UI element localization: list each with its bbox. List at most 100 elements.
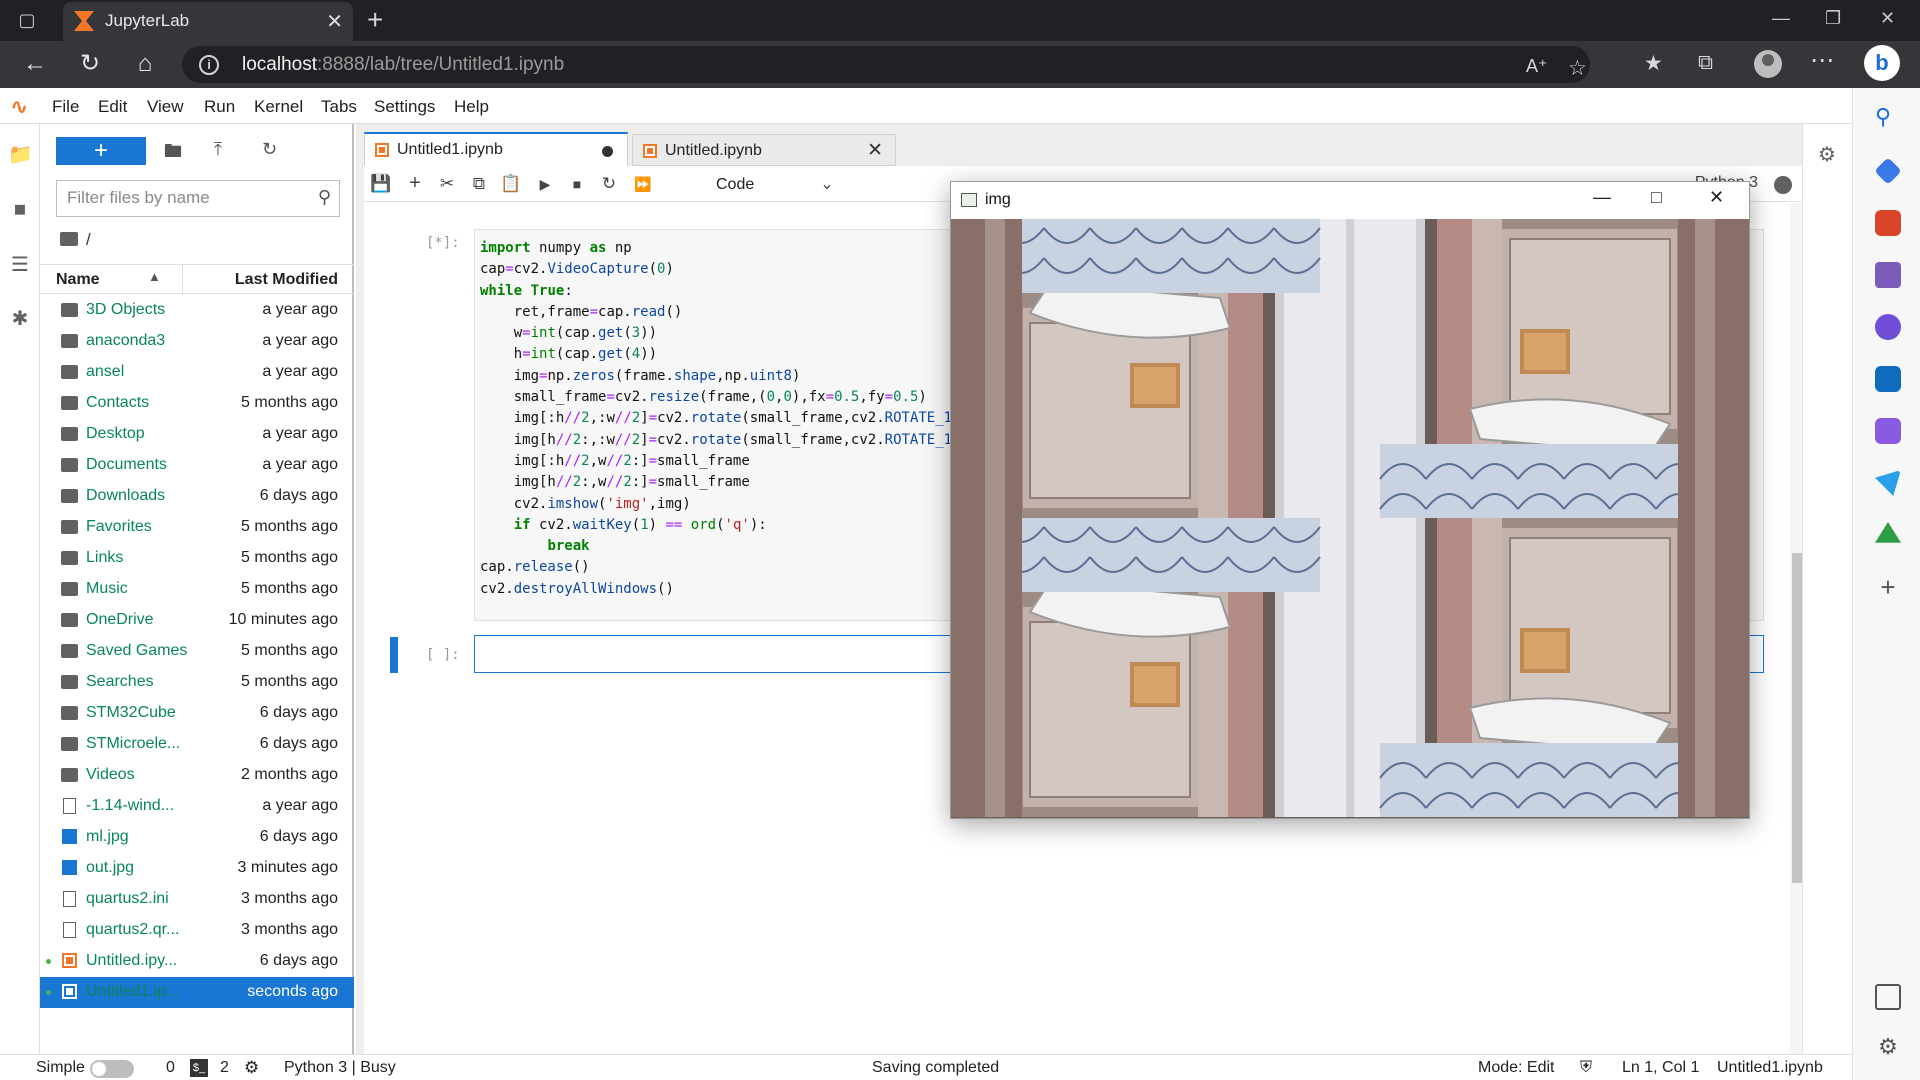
tab-untitled-notebook[interactable]: Untitled.ipynb ✕ [632, 134, 896, 166]
new-folder-icon[interactable]: 🖿 [164, 139, 182, 169]
file-row[interactable]: Contacts 5 months ago [40, 388, 354, 419]
file-row[interactable]: ml.jpg 6 days ago [40, 822, 354, 853]
sidebar-settings-icon[interactable]: ⚙ [1875, 1034, 1901, 1060]
opencv-window-titlebar[interactable]: img — □ ✕ [951, 182, 1749, 219]
file-row[interactable]: Searches 5 months ago [40, 667, 354, 698]
file-row[interactable]: anaconda3 a year ago [40, 326, 354, 357]
opencv-image-window[interactable]: img — □ ✕ [950, 181, 1750, 819]
insert-cell-icon[interactable]: + [404, 172, 426, 195]
profile-avatar[interactable] [1754, 50, 1782, 78]
file-row[interactable]: Documents a year ago [40, 450, 354, 481]
send-icon[interactable] [1875, 470, 1901, 496]
file-row[interactable]: Untitled.ipy... 6 days ago [40, 946, 354, 977]
file-row[interactable]: quartus2.ini 3 months ago [40, 884, 354, 915]
tab-actions-icon[interactable]: ▢ [14, 8, 40, 32]
back-icon[interactable]: ← [20, 49, 50, 79]
cell-type-select[interactable]: Code ⌄ [716, 174, 834, 194]
close-window-icon[interactable]: ✕ [1709, 187, 1724, 208]
copy-icon[interactable]: ⧉ [468, 174, 490, 194]
run-cell-icon[interactable]: ▶ [534, 176, 556, 193]
kernel-chip-icon[interactable]: ⚙ [244, 1058, 259, 1078]
file-row[interactable]: Saved Games 5 months ago [40, 636, 354, 667]
file-browser-icon[interactable]: 📁 [8, 142, 33, 166]
filter-files-field[interactable]: ⚲ [56, 180, 340, 217]
add-favorite-icon[interactable]: ☆ [1568, 56, 1587, 81]
extensions-icon[interactable]: ✱ [8, 306, 32, 330]
breadcrumb-root[interactable]: / [86, 230, 91, 249]
table-of-contents-icon[interactable]: ☰ [8, 252, 32, 276]
maximize-window-icon[interactable]: □ [1651, 187, 1662, 208]
upload-icon[interactable]: ⤒ [214, 139, 222, 160]
tools-briefcase-icon[interactable] [1875, 210, 1901, 236]
file-row[interactable]: Untitled1.ip... seconds ago [40, 977, 354, 1008]
column-modified-header[interactable]: Last Modified [235, 271, 338, 289]
tab-untitled1-notebook[interactable]: Untitled1.ipynb [364, 132, 628, 166]
shopping-tag-icon[interactable] [1874, 157, 1902, 185]
outlook-icon[interactable] [1875, 366, 1901, 392]
file-row[interactable]: Videos 2 months ago [40, 760, 354, 791]
hide-sidebar-icon[interactable] [1875, 984, 1901, 1010]
menu-edit[interactable]: Edit [98, 97, 127, 117]
kernel-status-text[interactable]: Python 3 | Busy [284, 1059, 396, 1077]
terminals-count[interactable]: 0 [166, 1059, 175, 1077]
file-row[interactable]: STM32Cube 6 days ago [40, 698, 354, 729]
collections-icon[interactable]: ⧉ [1698, 51, 1713, 75]
active-cell-marker[interactable] [390, 637, 398, 673]
file-row[interactable]: -1.14-wind... a year ago [40, 791, 354, 822]
menu-run[interactable]: Run [204, 97, 235, 117]
refresh-icon[interactable]: ↻ [75, 49, 105, 79]
running-sessions-icon[interactable]: ⏹ [8, 196, 32, 223]
file-row[interactable]: quartus2.qr... 3 months ago [40, 915, 354, 946]
favorites-icon[interactable]: ★ [1644, 51, 1663, 76]
editor-mode-text[interactable]: Mode: Edit [1478, 1059, 1554, 1077]
refresh-files-icon[interactable]: ↻ [262, 139, 277, 160]
restore-window-icon[interactable]: ❐ [1825, 8, 1841, 29]
file-row[interactable]: 3D Objects a year ago [40, 295, 354, 326]
file-row[interactable]: Favorites 5 months ago [40, 512, 354, 543]
restart-run-all-icon[interactable]: ⏩ [632, 176, 654, 193]
read-aloud-icon[interactable]: A⁺ [1526, 56, 1548, 77]
interrupt-kernel-icon[interactable]: ■ [566, 176, 588, 192]
home-icon[interactable]: ⌂ [130, 49, 160, 79]
menu-help[interactable]: Help [454, 97, 489, 117]
property-inspector-icon[interactable]: ⚙ [1815, 142, 1839, 166]
menu-tabs[interactable]: Tabs [321, 97, 357, 117]
cut-icon[interactable]: ✂ [436, 174, 458, 194]
close-tab-icon[interactable]: ✕ [867, 139, 883, 162]
add-sidebar-app-icon[interactable]: + [1875, 574, 1901, 600]
restart-kernel-icon[interactable]: ↻ [598, 174, 620, 194]
simple-mode-toggle[interactable] [90, 1060, 134, 1078]
file-row[interactable]: Music 5 months ago [40, 574, 354, 605]
menu-kernel[interactable]: Kernel [254, 97, 303, 117]
menu-file[interactable]: File [52, 97, 79, 117]
cursor-position[interactable]: Ln 1, Col 1 [1622, 1059, 1699, 1077]
tree-icon[interactable] [1875, 522, 1901, 543]
paste-icon[interactable]: 📋 [500, 174, 522, 194]
save-icon[interactable]: 💾 [370, 174, 392, 194]
file-row[interactable]: STMicroele... 6 days ago [40, 729, 354, 760]
new-launcher-button[interactable]: + [56, 137, 146, 165]
breadcrumb[interactable]: / [60, 230, 91, 250]
file-row[interactable]: out.jpg 3 minutes ago [40, 853, 354, 884]
minimize-window-icon[interactable]: — [1593, 187, 1611, 208]
filter-files-input[interactable] [67, 188, 297, 208]
games-icon[interactable] [1875, 262, 1901, 288]
microsoft-365-icon[interactable] [1875, 314, 1901, 340]
file-row[interactable]: OneDrive 10 minutes ago [40, 605, 354, 636]
file-row[interactable]: Desktop a year ago [40, 419, 354, 450]
designer-icon[interactable] [1875, 418, 1901, 444]
kernels-count[interactable]: 2 [220, 1059, 229, 1077]
close-tab-icon[interactable]: ✕ [326, 9, 343, 34]
browser-tab[interactable]: JupyterLab ✕ [63, 2, 353, 41]
file-row[interactable]: Downloads 6 days ago [40, 481, 354, 512]
scrollbar-thumb[interactable] [1792, 553, 1802, 883]
terminal-icon[interactable]: $_ [190, 1059, 208, 1077]
menu-settings[interactable]: Settings [374, 97, 435, 117]
unsaved-indicator-icon[interactable] [602, 146, 613, 157]
column-name-header[interactable]: Name [56, 271, 100, 289]
file-row[interactable]: ansel a year ago [40, 357, 354, 388]
address-bar[interactable]: i localhost:8888/lab/tree/Untitled1.ipyn… [182, 46, 1590, 83]
bing-copilot-icon[interactable]: b [1864, 45, 1900, 81]
minimize-window-icon[interactable]: — [1772, 8, 1790, 29]
search-icon[interactable]: ⚲ [1875, 104, 1901, 130]
